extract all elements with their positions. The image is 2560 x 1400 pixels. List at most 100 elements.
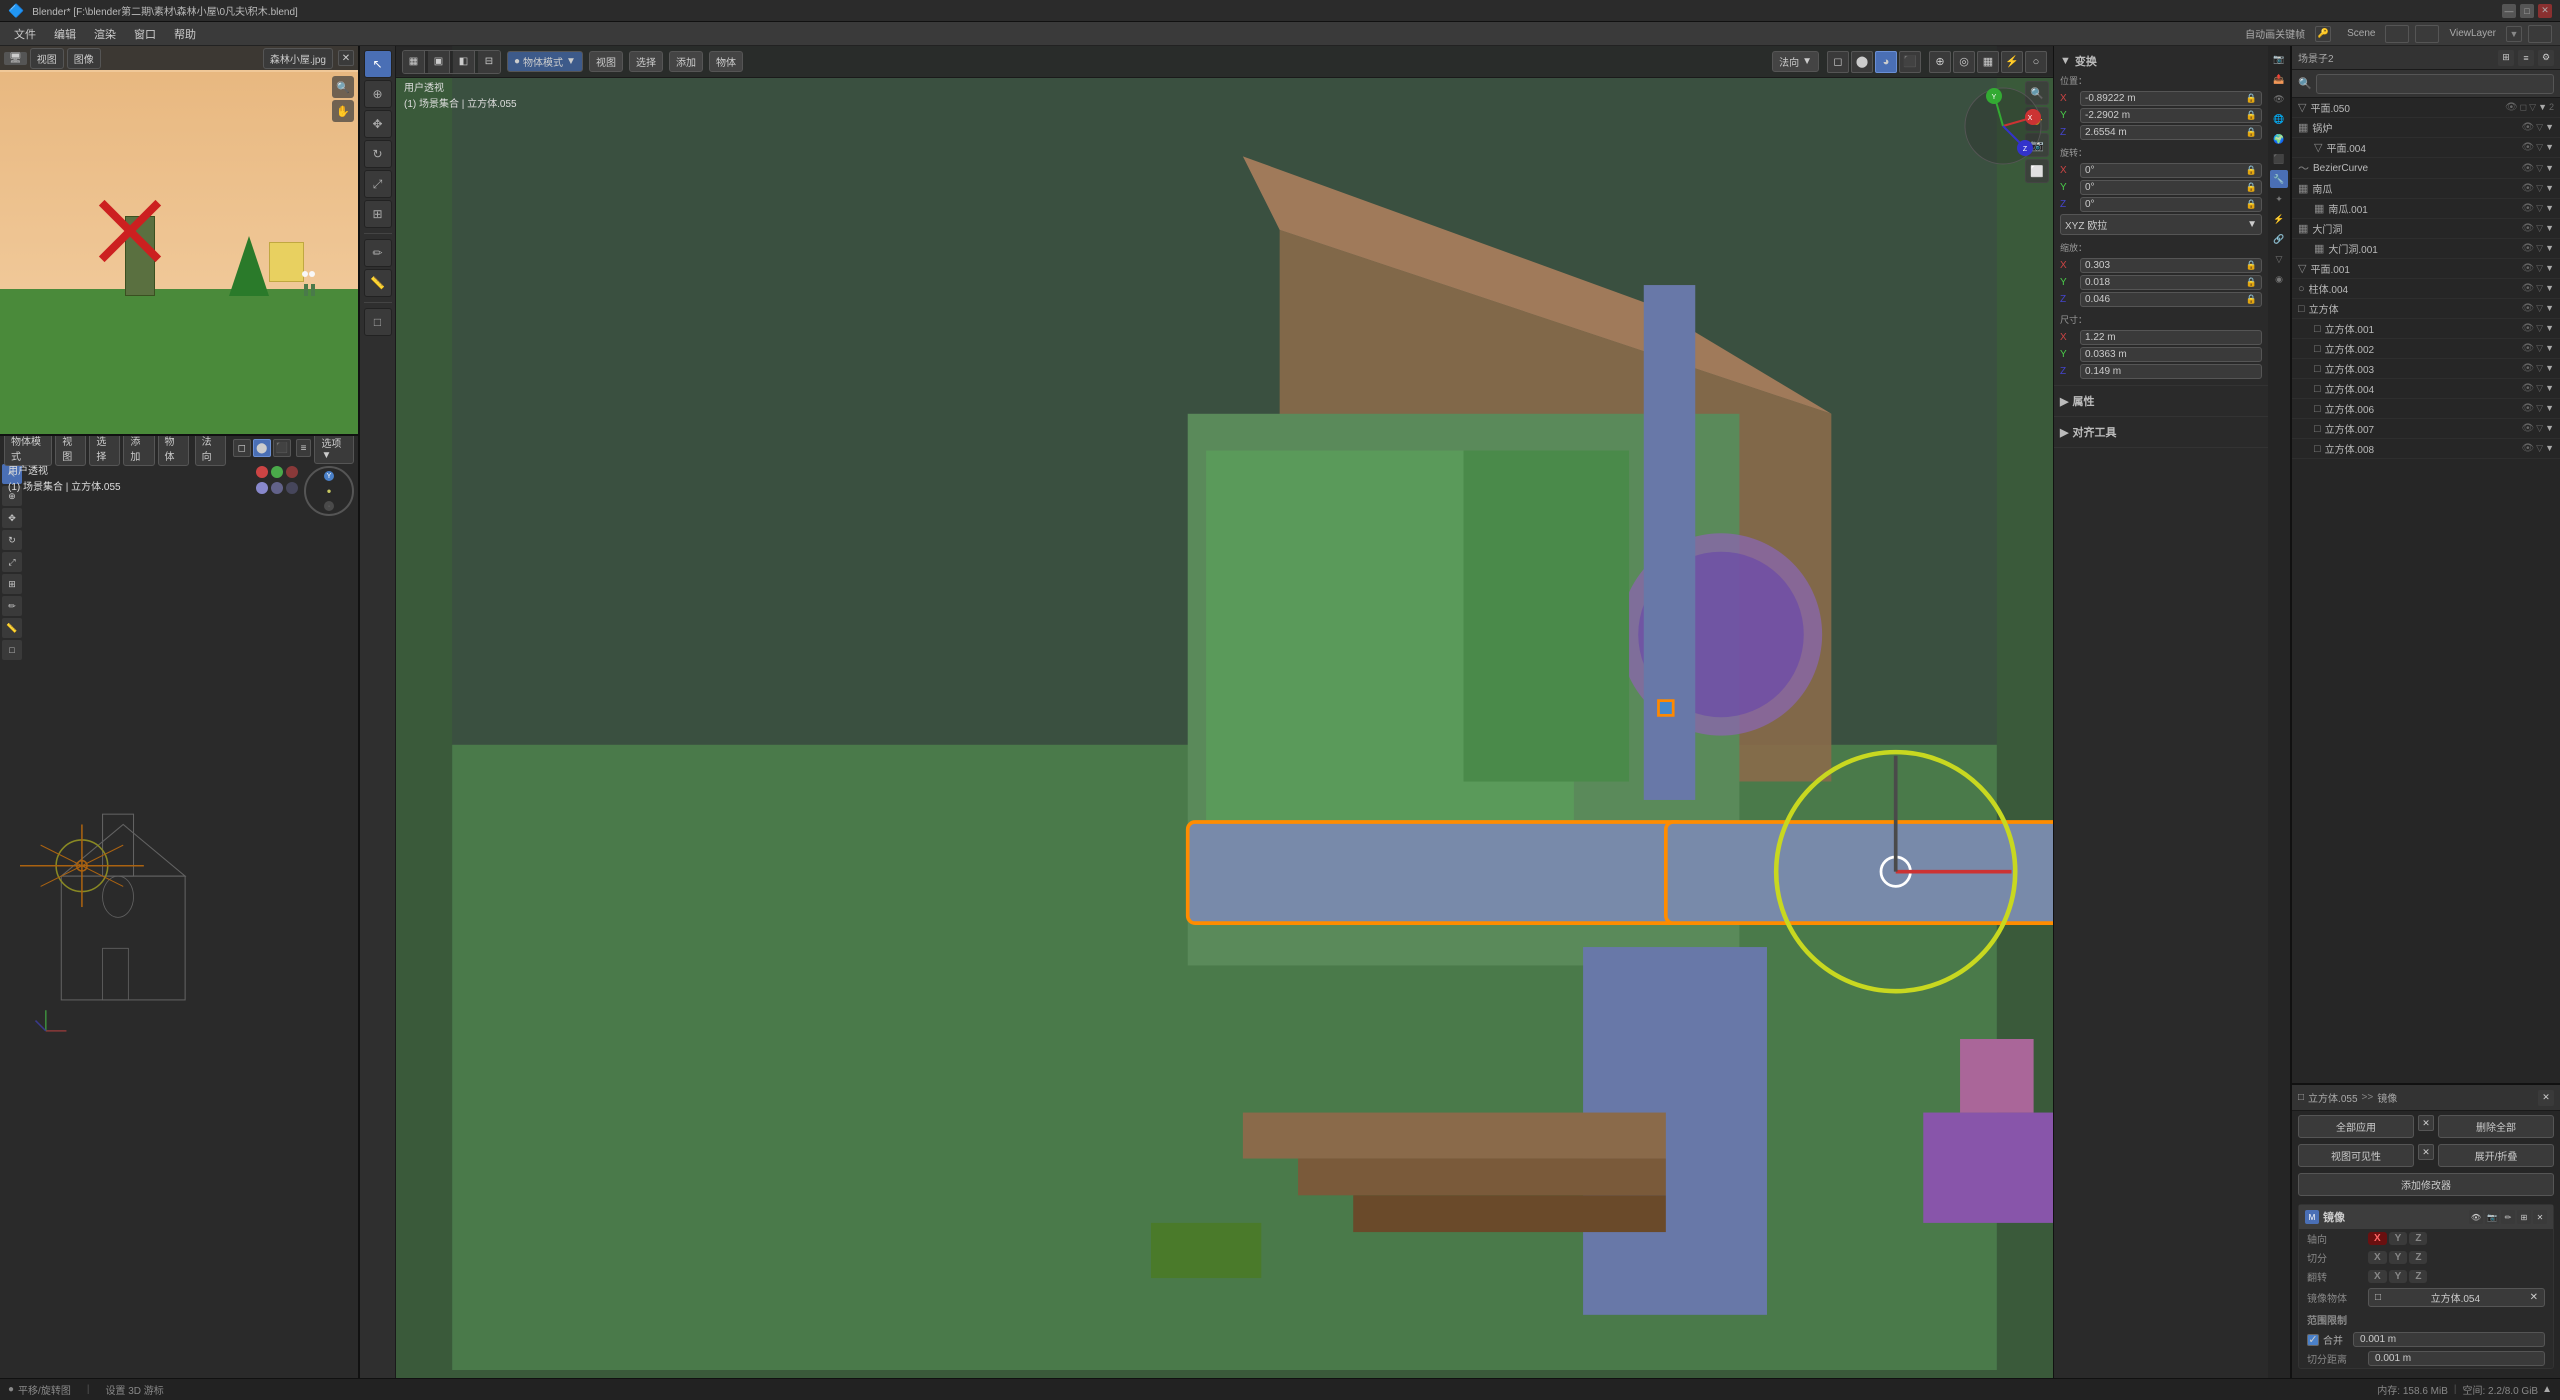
outliner-item-plane004[interactable]: ▽ 平面.004 👁 ▽ ▼ (2292, 138, 2560, 158)
rot-x-value[interactable]: 0° 🔒 (2080, 163, 2262, 178)
flip-y-btn[interactable]: Y (2389, 1270, 2408, 1283)
menu-window[interactable]: 窗口 (126, 24, 164, 44)
gate-tri1[interactable]: ▽ (2536, 223, 2543, 234)
dim-x-value[interactable]: 1.22 m (2080, 330, 2262, 345)
boiler-eye[interactable]: 👁 (2521, 122, 2534, 133)
transform-tool[interactable]: ⊞ (2, 574, 22, 594)
prop-icon-scene[interactable]: 🌐 (2270, 110, 2288, 128)
shade-wire-btn[interactable]: ◻ (233, 439, 251, 457)
bottomleft-mode-btn[interactable]: 物体模式 (4, 436, 52, 466)
axis-z-btn[interactable]: Z (2409, 1232, 2427, 1245)
mirror-render-btn[interactable]: 📷 (2485, 1210, 2499, 1224)
dim-z-value[interactable]: 0.149 m (2080, 364, 2262, 379)
pos-x-value[interactable]: -0.89222 m 🔒 (2080, 91, 2262, 106)
topleft-mode-btn[interactable]: 🖥 (4, 52, 27, 65)
prop-icon-modifier[interactable]: 🔧 (2270, 170, 2288, 188)
tool-move[interactable]: ✥ (364, 110, 392, 138)
apply-all-btn[interactable]: 全部应用 (2298, 1115, 2414, 1138)
gate-eye[interactable]: 👁 (2521, 223, 2534, 234)
move-tool[interactable]: ✥ (2, 508, 22, 528)
plane001-tri2[interactable]: ▼ (2545, 263, 2554, 274)
outliner-item-cylinder006[interactable]: ○ 柱体.004 👁 ▽ ▼ (2292, 279, 2560, 299)
bezier-tri1[interactable]: ▽ (2536, 163, 2543, 174)
shade-render-btn[interactable]: ⬛ (273, 439, 291, 457)
outliner-item-cube007[interactable]: □ 立方体.007 👁 ▽ ▼ (2292, 419, 2560, 439)
maximize-btn[interactable]: □ (2520, 4, 2534, 18)
boiler-tri2[interactable]: ▼ (2545, 122, 2554, 133)
measure-tool[interactable]: 📏 (2, 618, 22, 638)
cylinder006-tri2[interactable]: ▼ (2545, 283, 2554, 294)
prop-icon-constraints[interactable]: 🔗 (2270, 230, 2288, 248)
tool-annotate[interactable]: ✏ (364, 239, 392, 267)
menu-file[interactable]: 文件 (6, 24, 44, 44)
tool-cursor[interactable]: ⊕ (364, 80, 392, 108)
viewlayer-icon[interactable] (2528, 25, 2552, 43)
outliner-item-gate001[interactable]: ▦ 大门洞.001 👁 ▽ ▼ (2292, 239, 2560, 259)
plane004-tri1[interactable]: ▽ (2536, 142, 2543, 153)
cube-tri1[interactable]: ▽ (2536, 303, 2543, 314)
outliner-item-cube006[interactable]: □ 立方体.006 👁 ▽ ▼ (2292, 399, 2560, 419)
axis-y-btn[interactable]: Y (2389, 1232, 2408, 1245)
topleft-close-btn[interactable]: ✕ (338, 50, 354, 66)
pumpkin-tri1[interactable]: ▽ (2536, 183, 2543, 194)
xray-btn[interactable]: ▦ (1977, 51, 1999, 73)
dim-y-value[interactable]: 0.0363 m (2080, 347, 2262, 362)
mirror-realtime-btn[interactable]: ⊞ (2517, 1210, 2531, 1224)
menu-edit[interactable]: 编辑 (46, 24, 84, 44)
outliner-item-cube001[interactable]: □ 立方体.001 👁 ▽ ▼ (2292, 319, 2560, 339)
apply-all-x[interactable]: ✕ (2418, 1115, 2434, 1131)
viewport-menu-add[interactable]: 添加 (669, 51, 703, 72)
outliner-item-bezier[interactable]: 〜 BezierCurve 👁 ▽ ▼ (2292, 158, 2560, 179)
cylinder006-eye[interactable]: 👁 (2521, 283, 2534, 294)
shade-render-btn2[interactable]: ⬛ (1899, 51, 1921, 73)
viewlayer-label[interactable]: ViewLayer (2443, 28, 2502, 39)
scale-x-value[interactable]: 0.303 🔒 (2080, 258, 2262, 273)
gizmo-btn[interactable]: ⊕ (1929, 51, 1951, 73)
normal-selector[interactable]: 法向▼ (1772, 51, 1819, 72)
pumpkin001-tri2[interactable]: ▼ (2545, 203, 2554, 214)
autokey-toggle[interactable]: 🔑 (2315, 26, 2331, 42)
topleft-view-menu[interactable]: 视图 (30, 48, 64, 69)
annotate-tool[interactable]: ✏ (2, 596, 22, 616)
expand-btn[interactable]: 展开/折叠 (2438, 1144, 2554, 1167)
tool-transform[interactable]: ⊞ (364, 200, 392, 228)
outliner-item-cube002[interactable]: □ 立方体.002 👁 ▽ ▼ (2292, 339, 2560, 359)
mirror-vis-btn[interactable]: 👁 (2469, 1210, 2483, 1224)
transform-header[interactable]: ▼ 变换 (2060, 50, 2262, 72)
rot-z-value[interactable]: 0° 🔒 (2080, 197, 2262, 212)
merge-value[interactable]: 0.001 m (2353, 1332, 2545, 1347)
snap-btn[interactable]: ⚡ (2001, 51, 2023, 73)
axis-x-btn[interactable]: X (2368, 1232, 2387, 1245)
align-header[interactable]: ▶ 对齐工具 (2060, 421, 2262, 443)
plane050-sel[interactable]: ◻ (2520, 102, 2527, 113)
vp-icon-2[interactable]: ▣ (428, 51, 450, 73)
bottomleft-view-menu[interactable]: 视图 (55, 436, 86, 466)
rotate-tool[interactable]: ↻ (2, 530, 22, 550)
bisect-z-btn[interactable]: Z (2409, 1251, 2427, 1264)
bisect-dist-value[interactable]: 0.001 m (2368, 1351, 2545, 1366)
scene-icon[interactable] (2385, 25, 2409, 43)
topleft-image-menu[interactable]: 图像 (67, 48, 101, 69)
pumpkin001-tri1[interactable]: ▽ (2536, 203, 2543, 214)
tool-scale[interactable]: ⤢ (364, 170, 392, 198)
mirror-edit-btn[interactable]: ✏ (2501, 1210, 2515, 1224)
close-btn[interactable]: ✕ (2538, 4, 2552, 18)
pos-z-value[interactable]: 2.6554 m 🔒 (2080, 125, 2262, 140)
outliner-item-pumpkin[interactable]: ▦ 南瓜 👁 ▽ ▼ (2292, 179, 2560, 199)
pos-y-value[interactable]: -2.2902 m 🔒 (2080, 108, 2262, 123)
prop-icon-particles[interactable]: ✦ (2270, 190, 2288, 208)
tool-add-cube[interactable]: □ (364, 308, 392, 336)
scene-extra-icon[interactable] (2415, 25, 2439, 43)
pumpkin001-eye[interactable]: 👁 (2521, 203, 2534, 214)
prop-icon-world[interactable]: 🌍 (2270, 130, 2288, 148)
prop-icon-physics[interactable]: ⚡ (2270, 210, 2288, 228)
viewport-menu-select[interactable]: 选择 (629, 51, 663, 72)
shade-solid-btn2[interactable]: ⬤ (1851, 51, 1873, 73)
viewport-menu-view[interactable]: 视图 (589, 51, 623, 72)
bisect-x-btn[interactable]: X (2368, 1251, 2387, 1264)
pumpkin-tri2[interactable]: ▼ (2545, 183, 2554, 194)
proportional-btn[interactable]: ○ (2025, 51, 2047, 73)
cube-tri2[interactable]: ▼ (2545, 303, 2554, 314)
vp-icon-3[interactable]: ◧ (453, 51, 475, 73)
outliner-item-cube[interactable]: □ 立方体 👁 ▽ ▼ (2292, 299, 2560, 319)
